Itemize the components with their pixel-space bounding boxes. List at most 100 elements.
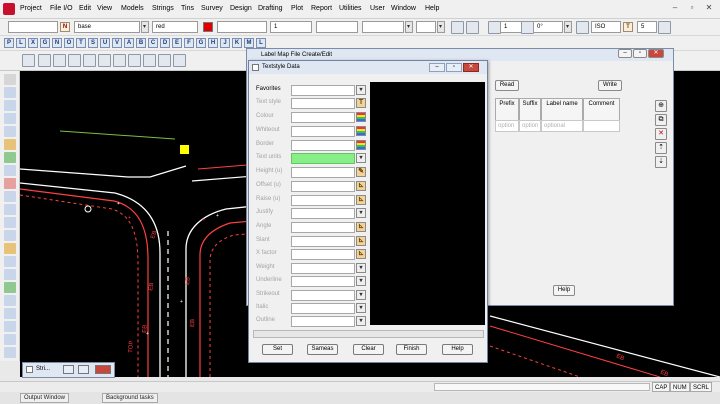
justify-field[interactable] (291, 208, 355, 219)
finish-button[interactable]: Finish (396, 344, 427, 355)
zoom-out-icon[interactable] (53, 54, 66, 67)
model-letter-button[interactable]: H (208, 38, 218, 48)
copy-icon[interactable] (4, 191, 16, 202)
offset-field[interactable] (291, 181, 355, 192)
whiteout-field[interactable] (291, 126, 355, 137)
italic-field[interactable] (291, 303, 355, 314)
close-icon[interactable]: ✕ (463, 63, 479, 72)
label-icon[interactable] (4, 334, 16, 345)
pen-field[interactable] (316, 21, 358, 33)
dropdown-icon[interactable]: ▾ (356, 276, 366, 286)
rotate-icon[interactable] (4, 217, 16, 228)
menu-drafting[interactable]: Drafting (258, 5, 283, 12)
menu-plot[interactable]: Plot (291, 5, 303, 12)
prefix-cell[interactable]: option (495, 120, 519, 132)
dropdown-icon[interactable]: ▾ (356, 263, 366, 273)
model-letter-button[interactable]: K (232, 38, 242, 48)
size-field[interactable]: 5 (637, 21, 657, 33)
maximize-icon[interactable]: ▫ (446, 63, 462, 72)
model-letter-button[interactable]: L (16, 38, 26, 48)
model-letter-button[interactable]: G (196, 38, 206, 48)
height-field[interactable] (291, 167, 355, 178)
model-letter-button[interactable]: G (40, 38, 50, 48)
maximize-icon[interactable]: ▫ (685, 2, 699, 14)
pick-icon[interactable] (466, 21, 479, 34)
text-icon[interactable] (4, 165, 16, 176)
extra-dropdown[interactable] (437, 21, 445, 33)
text-style-field[interactable] (291, 98, 355, 109)
favorites-field[interactable] (291, 85, 355, 96)
dropdown-icon[interactable]: ▾ (356, 85, 366, 95)
window-menu-icon[interactable] (26, 366, 33, 373)
underline-field[interactable] (291, 276, 355, 287)
toggle-icon[interactable] (173, 54, 186, 67)
menu-report[interactable]: Report (311, 5, 332, 12)
model-letter-button[interactable]: S (88, 38, 98, 48)
line-icon[interactable] (4, 87, 16, 98)
colour-swatch-icon[interactable] (203, 22, 213, 32)
close-icon[interactable]: ✕ (702, 2, 716, 14)
copy-row-icon[interactable]: ⧉ (655, 114, 667, 126)
dropdown-icon[interactable]: ▾ (356, 316, 366, 326)
x-factor-field[interactable] (291, 249, 355, 260)
plan-view-icon[interactable] (22, 54, 35, 67)
t-button[interactable]: T (623, 22, 633, 32)
linestyle-field[interactable] (217, 21, 267, 33)
model-field[interactable]: base (74, 21, 140, 33)
suffix-cell[interactable]: option (519, 120, 541, 132)
column-label-name-header[interactable]: Label name (541, 98, 583, 121)
text-style-icon[interactable]: T (356, 98, 366, 108)
section-icon[interactable] (4, 308, 16, 319)
pick-icon[interactable] (658, 21, 671, 34)
style-field[interactable] (362, 21, 404, 33)
model-letter-button[interactable]: C (148, 38, 158, 48)
model-letter-button[interactable]: V (112, 38, 122, 48)
raise-field[interactable] (291, 195, 355, 206)
pick-icon[interactable]: ⊾ (356, 181, 366, 191)
pan-icon[interactable] (83, 54, 96, 67)
write-button[interactable]: Write (598, 80, 622, 91)
tin-icon[interactable] (4, 282, 16, 293)
pick-icon[interactable]: ⊾ (356, 249, 366, 259)
column-comment-header[interactable]: Comment (583, 98, 620, 121)
model-letter-button[interactable]: L (256, 38, 266, 48)
strikeout-field[interactable] (291, 290, 355, 301)
tab-output-window[interactable]: Output Window (20, 393, 70, 403)
read-button[interactable]: Read (495, 80, 519, 91)
colour-icon[interactable] (356, 126, 366, 136)
layers-icon[interactable] (158, 54, 171, 67)
menu-strings[interactable]: Strings (152, 5, 174, 12)
model-letter-button[interactable]: D (160, 38, 170, 48)
model-letter-button[interactable]: B (136, 38, 146, 48)
redraw-icon[interactable] (128, 54, 141, 67)
menu-survey[interactable]: Survey (201, 5, 223, 12)
pencil-icon[interactable] (4, 139, 16, 150)
menu-user[interactable]: User (370, 5, 385, 12)
angle-dropdown[interactable] (564, 21, 572, 33)
label-name-cell[interactable]: optional (541, 120, 583, 132)
text-units-field[interactable] (291, 153, 355, 164)
pick-icon[interactable]: ⊾ (356, 222, 366, 232)
layer-field[interactable] (8, 21, 58, 33)
strings-window-minimized[interactable]: Stri... (22, 362, 115, 378)
n-button[interactable]: N (60, 22, 70, 32)
colour-icon[interactable] (356, 140, 366, 150)
move-up-icon[interactable]: ⇡ (655, 142, 667, 154)
string-icon[interactable] (4, 269, 16, 280)
model-dropdown[interactable] (141, 21, 149, 33)
move-icon[interactable] (4, 204, 16, 215)
circle-icon[interactable] (4, 113, 16, 124)
pointer-icon[interactable] (4, 74, 16, 85)
extra-field[interactable] (416, 21, 436, 33)
plot-icon[interactable] (4, 347, 16, 358)
dropdown-icon[interactable]: ▾ (356, 303, 366, 313)
dialog-menu-icon[interactable] (252, 64, 259, 71)
maximize-icon[interactable]: ▫ (633, 49, 647, 58)
restore-icon[interactable] (63, 365, 74, 374)
tab-background-tasks[interactable]: Background tasks (102, 393, 158, 403)
help-button[interactable]: Help (553, 285, 575, 296)
angle-field[interactable]: 0° (533, 21, 563, 33)
model-letter-button[interactable]: O (64, 38, 74, 48)
model-letter-button[interactable]: J (220, 38, 230, 48)
outline-field[interactable] (291, 316, 355, 327)
